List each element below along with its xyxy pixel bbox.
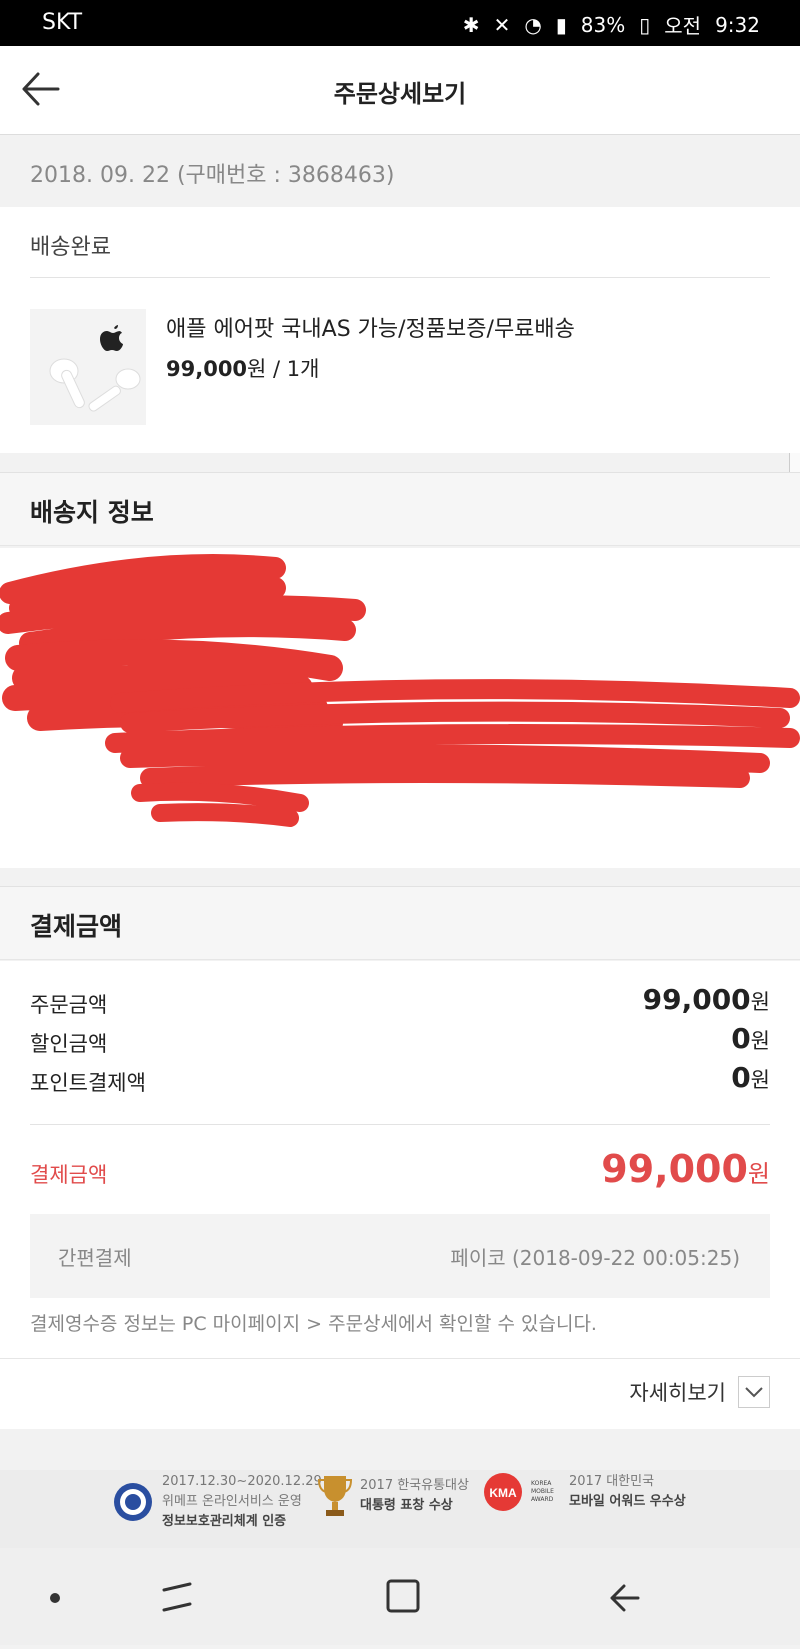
svg-text:KMA: KMA: [489, 1486, 517, 1500]
divider: [0, 1358, 800, 1359]
app-header: 주문상세보기: [0, 46, 800, 135]
airpods-image: [30, 309, 146, 425]
row-label: 주문금액: [30, 993, 108, 1017]
chevron-down-icon[interactable]: [738, 1376, 770, 1408]
award-mobile: KMA KOREA MOBILE AWARD 2017 대한민국 모바일 어워드 우…: [483, 1472, 686, 1512]
shipping-title: 배송지 정보: [30, 498, 154, 527]
row-label: 할인금액: [30, 1032, 108, 1056]
product-thumbnail[interactable]: [30, 309, 146, 425]
total-value: 99,000원: [601, 1147, 770, 1191]
wifi-icon: ◔: [524, 12, 542, 37]
award-distribution: 2017 한국유통대상 대통령 표창 수상: [318, 1472, 469, 1520]
award-isms: 2017.12.30~2020.12.29 위메프 온라인서비스 운영 정보보호…: [112, 1472, 322, 1532]
divider: [30, 1124, 770, 1125]
mute-icon: ✕: [493, 12, 511, 37]
row-label: 포인트결제액: [30, 1071, 146, 1095]
price-value: 99,000: [166, 357, 248, 381]
payment-title: 결제금액: [30, 912, 123, 941]
signal-icon: ▮: [555, 12, 567, 37]
recents-icon[interactable]: [162, 1582, 192, 1612]
row-value: 0원: [731, 1061, 770, 1094]
ampm-label: 오전: [664, 14, 702, 38]
redaction-scribble: [0, 554, 800, 827]
status-bar: SKT ✱ ✕ ◔ ▮ 83% ▯ 오전 9:32: [0, 0, 800, 46]
receipt-note: 결제영수증 정보는 PC 마이페이지 > 주문상세에서 확인할 수 있습니다.: [30, 1313, 597, 1335]
trophy-icon: [318, 1476, 352, 1516]
bluetooth-icon: ✱: [462, 12, 480, 37]
details-label: 자세히보기: [629, 1381, 726, 1405]
payment-row-order: 주문금액 99,000원: [30, 983, 770, 1019]
divider: [30, 277, 770, 278]
award1-line1: 2017.12.30~2020.12.29: [162, 1474, 322, 1489]
clock: 9:32: [715, 12, 760, 37]
row-value: 99,000원: [642, 983, 770, 1016]
kma-caption: KOREA MOBILE AWARD: [531, 1480, 554, 1503]
home-icon[interactable]: [386, 1579, 420, 1613]
system-nav-bar: [0, 1548, 800, 1645]
award2-line2: 대통령 표창 수상: [360, 1498, 453, 1513]
battery-percent: 83%: [580, 12, 626, 37]
quantity: / 1개: [266, 357, 320, 381]
shipping-section-header: 배송지 정보: [0, 472, 800, 546]
product-name[interactable]: 애플 에어팟 국내AS 가능/정품보증/무료배송: [166, 311, 575, 343]
order-date-bar: 2018. 09. 22 (구매번호 : 3868463): [0, 135, 800, 207]
award1-line2: 위메프 온라인서비스 운영: [162, 1494, 302, 1509]
price-unit: 원: [247, 357, 267, 381]
award1-line3: 정보보호관리체계 인증: [162, 1514, 287, 1529]
nav-dot-icon[interactable]: [50, 1593, 60, 1603]
award3-line1: 2017 대한민국: [569, 1474, 655, 1489]
seal-icon: [114, 1483, 152, 1521]
payment-method-value: 페이코 (2018-09-22 00:05:25): [450, 1246, 740, 1270]
payment-row-discount: 할인금액 0원: [30, 1022, 770, 1058]
kma-logo: KMA: [484, 1473, 522, 1511]
payment-section-header: 결제금액: [0, 886, 800, 960]
award2-line1: 2017 한국유통대상: [360, 1478, 469, 1493]
order-date-line: 2018. 09. 22 (구매번호 : 3868463): [30, 163, 395, 188]
payment-details: 주문금액 99,000원 할인금액 0원 포인트결제액 0원 결제금액 99,0…: [0, 961, 800, 1429]
payment-method-label: 간편결제: [58, 1246, 132, 1270]
details-toggle-button[interactable]: 자세히보기: [629, 1376, 770, 1408]
payment-total-row: 결제금액 99,000원: [30, 1147, 770, 1195]
status-icons: ✱ ✕ ◔ ▮ 83% ▯ 오전 9:32: [463, 10, 760, 39]
battery-icon: ▯: [639, 12, 651, 37]
payment-row-points: 포인트결제액 0원: [30, 1061, 770, 1097]
award3-line2: 모바일 어워드 우수상: [569, 1494, 686, 1509]
back-icon[interactable]: [610, 1584, 640, 1612]
page-title: 주문상세보기: [333, 80, 467, 108]
total-label: 결제금액: [30, 1163, 108, 1187]
row-value: 0원: [731, 1022, 770, 1055]
product-price: 99,000원 / 1개: [166, 353, 319, 383]
payment-method-box: 간편결제 페이코 (2018-09-22 00:05:25): [30, 1214, 770, 1298]
delivery-status: 배송완료: [30, 235, 111, 260]
order-item-card: 배송완료 애플 에어팟 국내AS 가능/정품보증/무료배송 99,000원 / …: [0, 207, 800, 453]
shipping-info-redacted: [0, 548, 800, 868]
carrier-label: SKT: [42, 10, 83, 35]
footer-awards: 2017.12.30~2020.12.29 위메프 온라인서비스 운영 정보보호…: [0, 1470, 800, 1548]
